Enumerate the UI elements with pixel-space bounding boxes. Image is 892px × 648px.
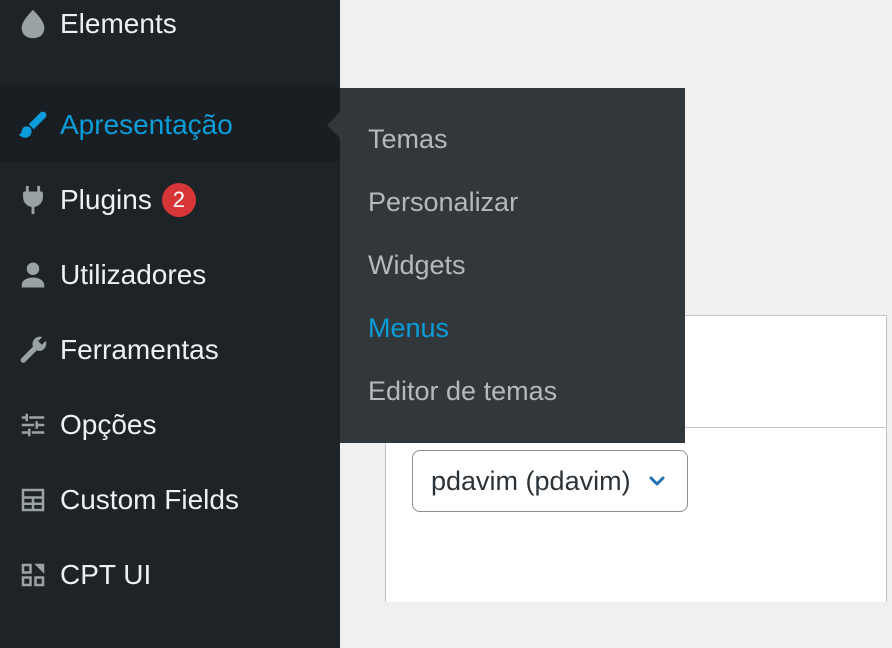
submenu-item-themes[interactable]: Temas — [340, 108, 685, 171]
submenu-item-label: Personalizar — [368, 187, 518, 218]
sliders-icon — [10, 410, 56, 440]
menu-item-plugins[interactable]: Plugins 2 — [0, 162, 340, 237]
submenu-item-editor[interactable]: Editor de temas — [340, 360, 685, 423]
submenu-item-label: Editor de temas — [368, 376, 557, 407]
user-icon — [10, 260, 56, 290]
submenu-item-menus[interactable]: Menus — [340, 297, 685, 360]
grid-icon — [10, 485, 56, 515]
menu-item-label: Elements — [60, 8, 177, 40]
plug-icon — [10, 183, 56, 217]
leaf-icon — [10, 7, 56, 41]
menu-item-custom-fields[interactable]: Custom Fields — [0, 462, 340, 537]
submenu-item-customize[interactable]: Personalizar — [340, 171, 685, 234]
menu-item-elements[interactable]: Elements — [0, 0, 340, 61]
submenu-item-label: Widgets — [368, 250, 466, 281]
menu-item-cpt-ui[interactable]: CPT UI — [0, 537, 340, 612]
menu-item-label: CPT UI — [60, 559, 151, 591]
menu-item-settings[interactable]: Opções — [0, 387, 340, 462]
submenu-item-widgets[interactable]: Widgets — [340, 234, 685, 297]
submenu-item-label: Menus — [368, 313, 449, 344]
menu-item-label: Plugins — [60, 184, 152, 216]
menu-item-label: Utilizadores — [60, 259, 206, 291]
wrench-icon — [10, 334, 56, 366]
submenu-item-label: Temas — [368, 124, 448, 155]
menu-item-label: Custom Fields — [60, 484, 239, 516]
menu-item-label: Apresentação — [60, 109, 233, 141]
menu-item-appearance[interactable]: Apresentação — [0, 87, 340, 162]
menu-item-label: Ferramentas — [60, 334, 219, 366]
admin-sidebar: Elements Apresentação Plugins 2 Utilizad… — [0, 0, 340, 648]
cpt-icon — [10, 560, 56, 590]
chevron-down-icon — [645, 469, 669, 493]
author-select-value: pdavim (pdavim) — [431, 466, 631, 497]
appearance-submenu: Temas Personalizar Widgets Menus Editor … — [340, 88, 685, 443]
menu-item-users[interactable]: Utilizadores — [0, 237, 340, 312]
author-select[interactable]: pdavim (pdavim) — [412, 450, 688, 512]
update-badge: 2 — [162, 183, 196, 217]
brush-icon — [10, 108, 56, 142]
menu-item-tools[interactable]: Ferramentas — [0, 312, 340, 387]
menu-item-label: Opções — [60, 409, 157, 441]
